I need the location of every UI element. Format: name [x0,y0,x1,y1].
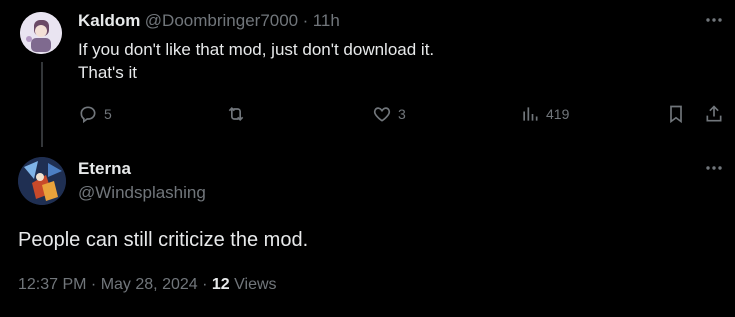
handle[interactable]: @Doombringer7000 [145,11,298,30]
reply-text: People can still criticize the mod. [18,229,309,251]
reply-button[interactable]: 5 [78,104,112,124]
avatar[interactable] [20,12,62,54]
tweet-text-line: That's it [78,63,137,82]
tweet-header: Kaldom @Doombringer7000 · 11h [78,11,340,31]
post-timestamp[interactable]: 12:37 PM · May 28, 2024 · [18,276,212,293]
display-name[interactable]: Eterna [78,159,206,179]
reply-icon [80,106,96,124]
display-name[interactable]: Kaldom [78,11,140,30]
share-icon [706,105,722,122]
reply-header: Eterna @Windsplashing [78,159,206,203]
more-options-icon[interactable] [704,158,724,178]
views-button[interactable]: 419 [520,104,569,124]
retweet-button[interactable] [226,104,246,124]
reply-count: 5 [104,106,112,122]
tweet-text-line: If you don't like that mod, just don't d… [78,40,435,59]
timestamp[interactable]: 11h [313,11,340,30]
handle[interactable]: @Windsplashing [78,183,206,203]
views-count: 12 [211,276,230,293]
bookmark-button[interactable] [666,104,686,124]
thread-line [41,62,43,147]
heart-icon [373,107,391,122]
views-label: Views [234,276,277,293]
action-bar: 5 3 419 [78,104,728,128]
like-count: 3 [398,106,406,122]
view-count: 419 [546,106,570,122]
more-options-icon[interactable] [704,10,724,30]
like-button[interactable]: 3 [372,104,406,124]
avatar[interactable] [18,157,66,205]
separator: · [302,11,309,30]
share-button[interactable] [704,104,724,124]
views-icon [523,107,538,121]
retweet-icon [228,106,244,122]
tweet-text: If you don't like that mod, just don't d… [78,38,434,84]
tweet-footer: 12:37 PM · May 28, 2024 · 12 Views [18,276,277,294]
bookmark-icon [670,105,682,124]
